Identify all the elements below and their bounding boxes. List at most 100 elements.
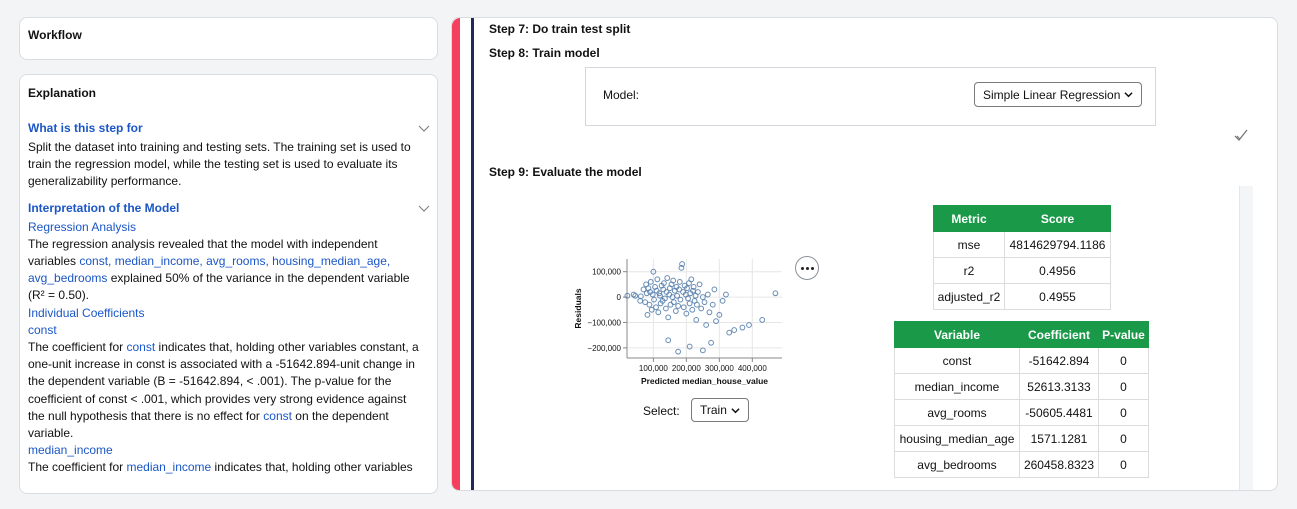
scatter-point bbox=[731, 327, 738, 333]
scatter-point bbox=[708, 339, 714, 346]
scatter-point bbox=[694, 301, 700, 308]
scatter-point bbox=[699, 347, 706, 354]
variable-name: median_income bbox=[894, 373, 1020, 400]
median-income-text: The coefficient for median_income indica… bbox=[28, 460, 413, 475]
p-value: 0 bbox=[1098, 451, 1149, 478]
dataset-select-label: Select: bbox=[643, 404, 680, 418]
chevron-down-icon[interactable] bbox=[418, 202, 430, 214]
variable-link: const bbox=[263, 408, 292, 423]
workflow-title: Workflow bbox=[28, 28, 82, 42]
scatter-point bbox=[675, 348, 682, 355]
scatter-point bbox=[709, 301, 716, 308]
scatter-point bbox=[698, 305, 705, 312]
variable-link: median_income bbox=[126, 460, 212, 475]
table-row: mse 4814629794.1186 bbox=[933, 231, 1111, 258]
metric-score: 0.4956 bbox=[1004, 257, 1111, 284]
scatter-point bbox=[670, 299, 677, 306]
table-row: avg_rooms -50605.4481 0 bbox=[894, 399, 1149, 426]
section-what-is-this-step[interactable]: What is this step for bbox=[28, 117, 430, 139]
p-value: 0 bbox=[1098, 399, 1149, 426]
metric-name: r2 bbox=[933, 257, 1005, 284]
scatter-point bbox=[663, 305, 669, 312]
column-header: Coefficient bbox=[1019, 321, 1099, 348]
model-select-value: Simple Linear Regression bbox=[983, 87, 1121, 102]
metric-score: 0.4955 bbox=[1004, 283, 1111, 310]
scatter-point bbox=[711, 286, 718, 293]
scatter-point bbox=[675, 303, 682, 309]
scatter-point bbox=[704, 291, 711, 298]
p-value: 0 bbox=[1098, 347, 1149, 374]
table-row: housing_median_age 1571.1281 0 bbox=[894, 425, 1149, 452]
residuals-scatter-chart: 100,000 200,000 300,000 400,000 100,000 0 −100… bbox=[573, 259, 782, 386]
section-heading: What is this step for bbox=[28, 121, 143, 135]
y-axis-title: Residuals bbox=[573, 288, 583, 328]
step-9-title: Step 9: Evaluate the model bbox=[489, 165, 642, 179]
scrollbar[interactable] bbox=[1239, 186, 1253, 490]
scatter-point bbox=[696, 281, 703, 288]
table-row: const -51642.894 0 bbox=[894, 347, 1149, 374]
coefficient-value: -51642.894 bbox=[1019, 347, 1099, 374]
scatter-point bbox=[637, 293, 644, 300]
x-axis-title: Predicted median_house_value bbox=[641, 376, 768, 386]
scatter-point bbox=[723, 291, 729, 298]
scatter-point bbox=[646, 301, 653, 308]
scatter-point bbox=[654, 276, 661, 283]
scatter-point bbox=[688, 276, 695, 283]
coefficient-value: 260458.8323 bbox=[1019, 451, 1099, 478]
model-config-box: Model: Simple Linear Regression bbox=[585, 67, 1156, 126]
table-row: adjusted_r2 0.4955 bbox=[933, 283, 1111, 310]
column-header: Score bbox=[1004, 205, 1111, 232]
scatter-point bbox=[676, 278, 683, 285]
column-header: Variable bbox=[894, 321, 1020, 348]
y-tick-label: −200,000 bbox=[587, 344, 621, 353]
x-tick-label: 200,000 bbox=[672, 364, 701, 373]
workflow-panel: Workflow bbox=[19, 17, 438, 60]
section-interpretation[interactable]: Interpretation of the Model bbox=[28, 197, 430, 219]
metric-score: 4814629794.1186 bbox=[1004, 231, 1111, 258]
explanation-title: Explanation bbox=[28, 86, 97, 100]
metrics-table: Metric Score mse 4814629794.1186 r2 0.4956… bbox=[933, 205, 1111, 310]
scatter-point bbox=[672, 308, 679, 314]
x-tick-label: 100,000 bbox=[639, 364, 668, 373]
scatter-point bbox=[655, 309, 662, 316]
dataset-select-value: Train bbox=[700, 403, 727, 417]
table-row: r2 0.4956 bbox=[933, 257, 1111, 284]
scatter-point bbox=[726, 329, 733, 336]
checkmark-icon[interactable] bbox=[1234, 128, 1248, 142]
section-heading: Interpretation of the Model bbox=[28, 200, 180, 215]
y-tick-label: 100,000 bbox=[592, 268, 621, 277]
p-value: 0 bbox=[1098, 373, 1149, 400]
x-tick-label: 300,000 bbox=[705, 364, 734, 373]
scatter-point bbox=[677, 296, 684, 303]
more-options-button[interactable] bbox=[795, 256, 819, 280]
scatter-point bbox=[695, 289, 701, 295]
table-row: avg_bedrooms 260458.8323 0 bbox=[894, 451, 1149, 478]
variable-name: avg_bedrooms bbox=[894, 451, 1020, 478]
scatter-point bbox=[644, 311, 651, 318]
coefficients-table: Variable Coefficient P-value const -51642… bbox=[894, 321, 1149, 478]
step-8-title: Step 8: Train model bbox=[489, 46, 600, 60]
coefficient-value: -50605.4481 bbox=[1019, 399, 1099, 426]
scatter-point bbox=[772, 290, 779, 297]
y-tick-label: −100,000 bbox=[587, 318, 621, 327]
scatter-point bbox=[701, 299, 708, 306]
variable-name: housing_median_age bbox=[894, 425, 1020, 452]
scatter-point bbox=[693, 317, 700, 323]
scatter-point bbox=[680, 304, 687, 311]
scatter-point bbox=[689, 306, 696, 313]
model-select[interactable]: Simple Linear Regression bbox=[974, 82, 1142, 107]
scatter-point bbox=[759, 317, 766, 323]
chevron-down-icon[interactable] bbox=[418, 122, 430, 134]
x-tick-label: 400,000 bbox=[738, 364, 767, 373]
section-body: Split the dataset into training and test… bbox=[28, 140, 411, 189]
chevron-down-icon bbox=[731, 407, 740, 413]
scatter-point bbox=[665, 337, 672, 344]
scatter-point bbox=[739, 324, 746, 331]
column-header: Metric bbox=[933, 205, 1005, 232]
chevron-down-icon bbox=[1124, 92, 1133, 98]
scatter-point bbox=[746, 322, 752, 328]
coefficient-value: 1571.1281 bbox=[1019, 425, 1099, 452]
scatter-point bbox=[647, 278, 654, 285]
variable-name: const bbox=[894, 347, 1020, 374]
dataset-select[interactable]: Train bbox=[691, 398, 749, 422]
